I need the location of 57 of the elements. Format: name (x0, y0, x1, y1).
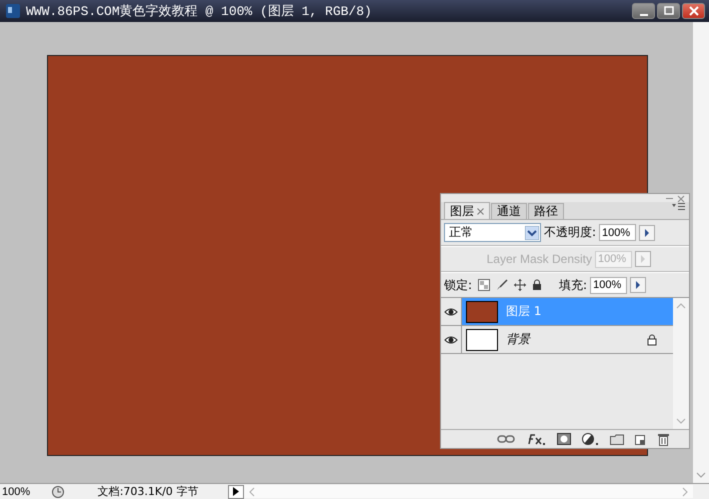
play-icon (233, 487, 239, 496)
folder-icon[interactable] (610, 434, 624, 444)
panel-tab[interactable]: 通道 (491, 203, 527, 219)
horizontal-scrollbar[interactable] (244, 485, 693, 498)
blend-mode-dropdown[interactable]: 正常 (444, 223, 541, 242)
opacity-slider-button[interactable] (639, 224, 656, 240)
collapse-icon[interactable] (666, 195, 674, 201)
move-icon[interactable] (514, 279, 526, 291)
chevron-down-icon (676, 417, 686, 425)
panel-tab[interactable]: 路径 (528, 203, 564, 219)
play-icon (640, 255, 646, 263)
play-icon (644, 228, 650, 236)
layer-name: 图层 1 (506, 303, 542, 320)
minimize-button[interactable] (632, 3, 655, 19)
effects-icon[interactable] (526, 433, 546, 445)
close-icon[interactable] (477, 208, 484, 214)
status-icon[interactable] (51, 484, 65, 498)
dropdown-arrow-icon (525, 226, 539, 240)
zoom-level: 100% (1, 486, 32, 498)
lock-label: 锁定: (444, 276, 472, 294)
app-icon (6, 4, 20, 18)
eye-icon[interactable] (444, 306, 458, 316)
status-menu-button[interactable] (228, 484, 244, 498)
panel-menu-icon[interactable] (672, 202, 686, 210)
vertical-scrollbar[interactable] (693, 22, 709, 483)
close-icon (688, 6, 698, 16)
maximize-icon (664, 6, 674, 16)
chevron-left-icon (248, 486, 256, 496)
mask-icon[interactable] (557, 433, 571, 445)
opacity-field[interactable]: 100% (599, 224, 636, 241)
layer-row[interactable]: 背景 (441, 326, 673, 354)
minimize-icon (640, 14, 648, 16)
link-icon[interactable] (497, 434, 515, 444)
chevron-right-icon (681, 486, 689, 496)
mask-density-label: Layer Mask Density (486, 252, 592, 266)
fill-field[interactable]: 100% (590, 276, 628, 294)
panel-tab[interactable]: 图层 (444, 202, 490, 219)
fill-slider-button[interactable] (630, 277, 646, 293)
new-layer-icon[interactable] (635, 433, 647, 445)
lock-icon[interactable] (532, 279, 542, 291)
layer-name: 背景 (506, 331, 532, 348)
chevron-up-icon (676, 302, 686, 310)
window-title: WWW.86PS.COM黄色字效教程 @ 100% (图层 1, RGB/8) (26, 3, 373, 20)
fill-label: 填充: (559, 276, 588, 294)
trash-icon[interactable] (658, 432, 669, 446)
layers-scrollbar[interactable] (673, 298, 689, 429)
opacity-label: 不透明度: (544, 224, 596, 241)
maximize-button[interactable] (657, 3, 680, 19)
document-info: 文档:703.1K/0 字节 (96, 484, 200, 499)
chevron-down-icon (696, 471, 706, 479)
close-icon[interactable] (677, 195, 685, 203)
eye-icon[interactable] (444, 334, 458, 344)
play-icon (635, 281, 642, 289)
close-button[interactable] (682, 3, 705, 19)
adjustment-icon[interactable] (582, 433, 599, 445)
brush-icon[interactable] (496, 279, 508, 291)
checker-icon[interactable] (478, 279, 490, 291)
